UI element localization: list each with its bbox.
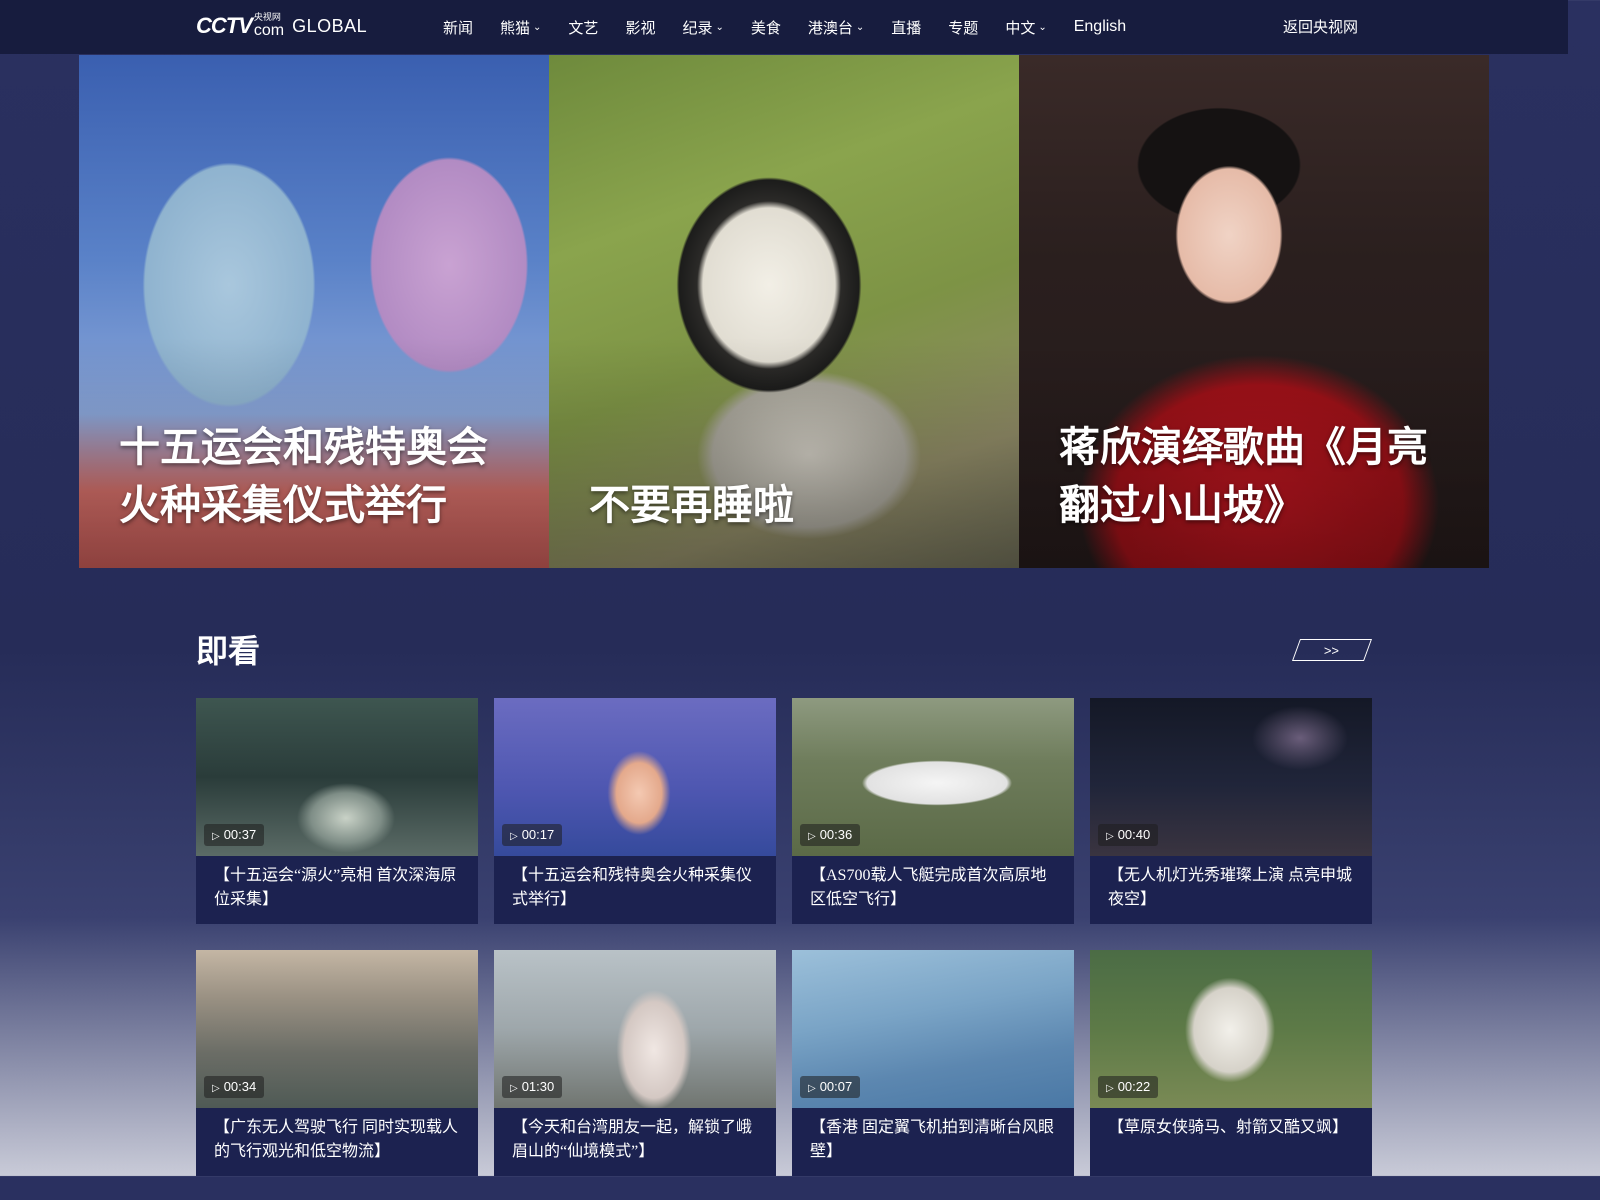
video-thumbnail: ▷ 00:40 [1090,698,1372,856]
play-icon: ▷ [808,1083,816,1094]
video-caption: 【十五运会“源火”亮相 首次深海原位采集】 [214,867,457,908]
nav-item-label: 文艺 [568,18,599,37]
hero-card[interactable]: 十五运会和残特奥会火种采集仪式举行 [79,55,549,568]
play-icon: ▷ [808,831,816,842]
nav-item-label: English [1073,18,1127,35]
duration-badge: ▷ 00:34 [204,1076,265,1098]
main-nav: 新闻 熊猫 ⌄ 文艺 影视 纪录 ⌄ 美食 港澳台 ⌄ 直播 专题 中文 ⌄ Engli… [443,0,1153,54]
duration-text: 00:37 [223,827,257,842]
play-icon: ▷ [1106,831,1114,842]
chevron-down-icon: ⌄ [855,21,865,33]
nav-item-label: 直播 [891,18,922,37]
nav-item-label: 专题 [948,18,979,37]
video-thumbnail: ▷ 00:17 [494,698,776,856]
duration-text: 00:22 [1117,1079,1151,1094]
nav-item-label: 纪录 [682,18,713,37]
cctv-global-logo[interactable]: CCTV 央视网 com GLOBAL [196,8,367,44]
hero-card[interactable]: 蒋欣演绎歌曲《月亮翻过小山坡》 [1019,55,1489,568]
video-caption: 【广东无人驾驶飞行 同时实现载人的飞行观光和低空物流】 [214,1119,459,1160]
chevron-down-icon: ⌄ [1038,21,1047,33]
chevron-down-icon: ⌄ [715,21,724,33]
video-caption: 【草原女侠骑马、射箭又酷又飒】 [1108,1119,1349,1136]
play-icon: ▷ [1106,1083,1114,1094]
duration-badge: ▷ 01:30 [502,1076,563,1098]
video-thumbnail: ▷ 01:30 [494,950,776,1108]
video-card[interactable]: ▷ 00:22 【草原女侠骑马、射箭又酷又飒】 [1090,950,1372,1176]
nav-item-live[interactable]: 直播 [891,17,921,38]
more-button-label: >> [1324,642,1340,658]
duration-text: 00:40 [1117,827,1151,842]
logo-global: GLOBAL [292,15,368,36]
logo-mark: CCTV [196,13,253,38]
video-card[interactable]: ▷ 00:36 【AS700载人飞艇完成首次高原地区低空飞行】 [792,698,1074,924]
play-icon: ▷ [212,831,220,842]
nav-item-label: 影视 [625,18,656,37]
back-to-cctv-link[interactable]: 返回央视网 [1283,0,1358,54]
duration-text: 00:17 [521,827,555,842]
video-thumbnail: ▷ 00:36 [792,698,1074,856]
nav-item-arts[interactable]: 文艺 [568,17,598,38]
video-caption: 【今天和台湾朋友一起，解锁了峨眉山的“仙境模式”】 [512,1119,753,1160]
nav-item-film[interactable]: 影视 [625,17,655,38]
play-icon: ▷ [212,1083,220,1094]
video-caption: 【无人机灯光秀璀璨上演 点亮申城夜空】 [1108,867,1353,908]
video-card[interactable]: ▷ 00:07 【香港 固定翼飞机拍到清晰台风眼壁】 [792,950,1074,1176]
video-thumbnail: ▷ 00:22 [1090,950,1372,1108]
video-thumbnail: ▷ 00:34 [196,950,478,1108]
duration-text: 01:30 [521,1079,555,1094]
video-thumbnail: ▷ 00:37 [196,698,478,856]
nav-item-label: 新闻 [443,18,474,37]
duration-text: 00:34 [223,1079,257,1094]
hero-title: 蒋欣演绎歌曲《月亮翻过小山坡》 [1059,423,1428,529]
duration-text: 00:36 [819,827,853,842]
duration-badge: ▷ 00:40 [1098,824,1159,846]
nav-item-news[interactable]: 新闻 [443,17,473,38]
nav-item-label: 熊猫 [500,18,531,37]
duration-badge: ▷ 00:22 [1098,1076,1159,1098]
logo-sub: 央视网 com [253,13,285,39]
top-navigation-bar: CCTV 央视网 com GLOBAL 新闻 熊猫 ⌄ 文艺 影视 纪录 ⌄ 美食 … [0,0,1568,54]
video-card[interactable]: ▷ 00:17 【十五运会和残特奥会火种采集仪式举行】 [494,698,776,924]
nav-item-label: 美食 [750,18,781,37]
section-title: 即看 [196,632,261,670]
video-caption: 【香港 固定翼飞机拍到清晰台风眼壁】 [810,1119,1055,1160]
duration-badge: ▷ 00:37 [204,824,265,846]
play-icon: ▷ [510,831,518,842]
nav-item-topics[interactable]: 专题 [948,17,978,38]
nav-item-chinese[interactable]: 中文 ⌄ [1005,17,1046,38]
more-button[interactable]: >> [1291,639,1373,661]
chevron-down-icon: ⌄ [533,21,542,33]
hero-title: 十五运会和残特奥会火种采集仪式举行 [119,423,488,529]
nav-item-panda[interactable]: 熊猫 ⌄ [500,17,541,38]
logo-sub-com: com [253,21,285,39]
duration-badge: ▷ 00:17 [502,824,563,846]
nav-item-food[interactable]: 美食 [751,17,781,38]
video-caption: 【十五运会和残特奥会火种采集仪式举行】 [512,867,753,908]
hero-title: 不要再睡啦 [589,481,794,529]
hero-carousel: 十五运会和残特奥会火种采集仪式举行 不要再睡啦 蒋欣演绎歌曲《月亮翻过小山坡》 [79,55,1490,568]
nav-item-label: 港澳台 [807,18,853,37]
nav-item-english[interactable]: English [1074,18,1126,36]
nav-item-label: 中文 [1005,18,1036,37]
nav-item-hk-macao-taiwan[interactable]: 港澳台 ⌄ [808,17,864,38]
video-card[interactable]: ▷ 00:37 【十五运会“源火”亮相 首次深海原位采集】 [196,698,478,924]
video-grid: ▷ 00:37 【十五运会“源火”亮相 首次深海原位采集】 ▷ 00:17 【十五运… [196,698,1372,1176]
duration-text: 00:07 [819,1079,853,1094]
video-thumbnail: ▷ 00:07 [792,950,1074,1108]
nav-item-documentary[interactable]: 纪录 ⌄ [682,17,723,38]
hero-card[interactable]: 不要再睡啦 [549,55,1019,568]
duration-badge: ▷ 00:07 [800,1076,861,1098]
video-card[interactable]: ▷ 00:40 【无人机灯光秀璀璨上演 点亮申城夜空】 [1090,698,1372,924]
video-card[interactable]: ▷ 01:30 【今天和台湾朋友一起，解锁了峨眉山的“仙境模式”】 [494,950,776,1176]
video-card[interactable]: ▷ 00:34 【广东无人驾驶飞行 同时实现载人的飞行观光和低空物流】 [196,950,478,1176]
video-caption: 【AS700载人飞艇完成首次高原地区低空飞行】 [810,867,1047,908]
duration-badge: ▷ 00:36 [800,824,861,846]
play-icon: ▷ [510,1083,518,1094]
